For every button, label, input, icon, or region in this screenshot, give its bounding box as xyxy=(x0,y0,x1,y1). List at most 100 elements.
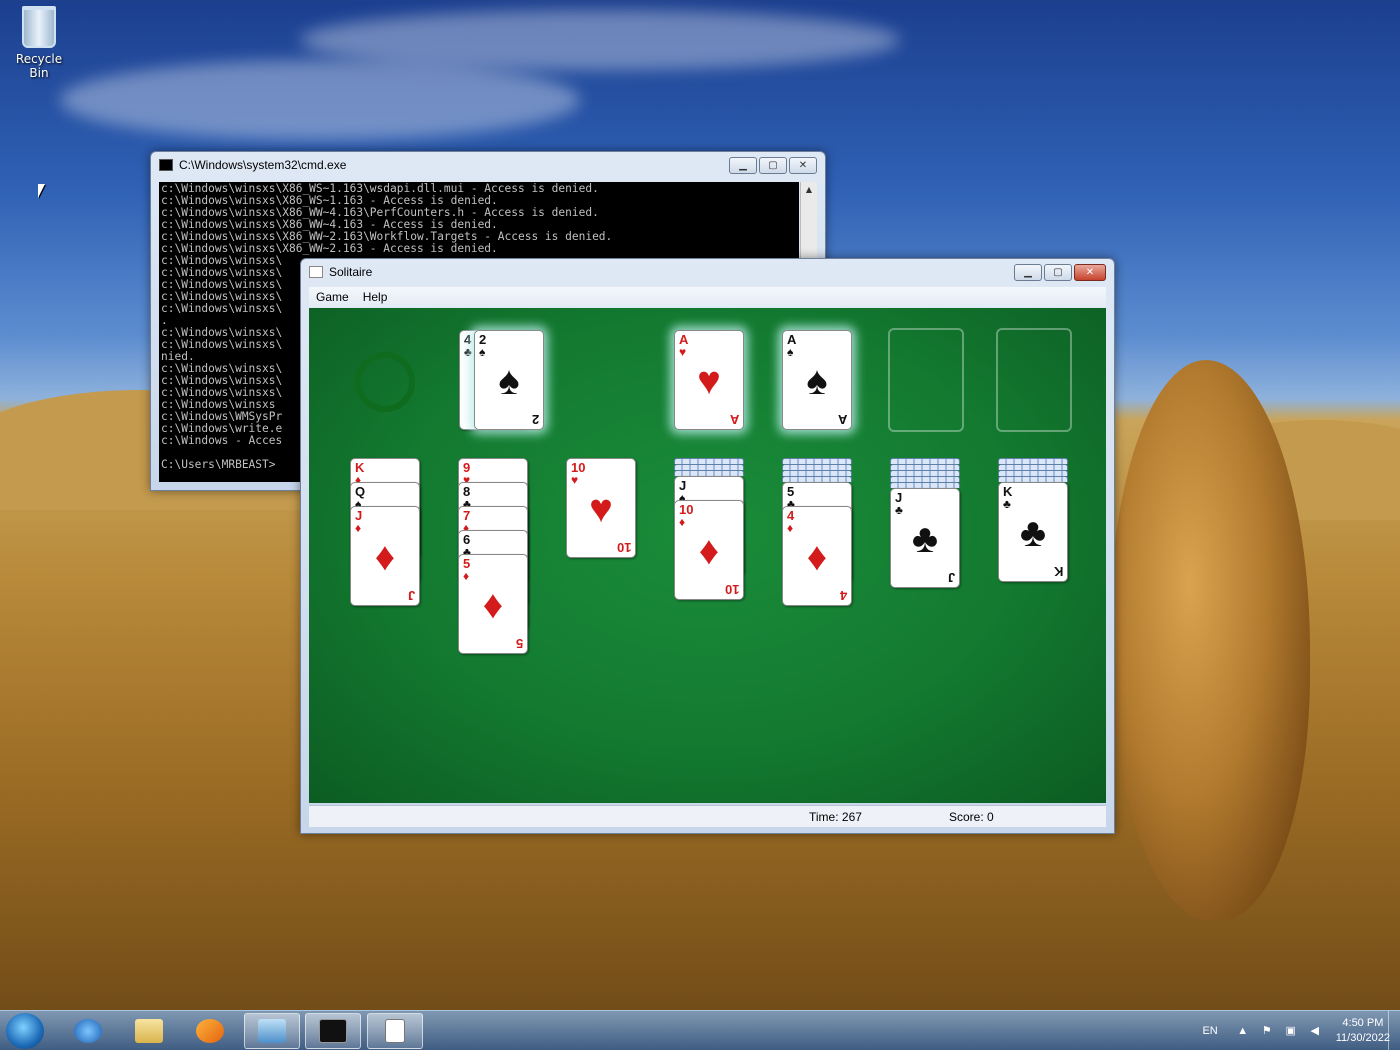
playing-card[interactable]: A ♠ ♠ A xyxy=(782,330,852,430)
solitaire-titlebar[interactable]: Solitaire xyxy=(301,259,1114,285)
close-button[interactable]: ✕ xyxy=(789,157,817,174)
cmd-title: C:\Windows\system32\cmd.exe xyxy=(179,158,347,172)
action-center-flag-icon[interactable]: ⚑ xyxy=(1260,1024,1274,1038)
card-suit-icon: ♦ xyxy=(787,521,794,535)
playing-card[interactable]: 5 ♦ ♦ 5 xyxy=(458,554,528,654)
menu-help[interactable]: Help xyxy=(356,290,395,304)
card-pip-icon: ♦ xyxy=(806,535,828,579)
card-rank-bottom: 4 xyxy=(839,588,847,603)
stock-empty-ring-icon[interactable] xyxy=(355,352,415,412)
card-rank-bottom: 5 xyxy=(515,636,523,651)
card-pip-icon: ♦ xyxy=(374,535,396,579)
card-rank-bottom: 2 xyxy=(531,412,539,427)
maximize-button[interactable]: ▢ xyxy=(759,157,787,174)
scroll-up-icon[interactable]: ▲ xyxy=(801,182,817,198)
clock[interactable]: 4:50 PM 11/30/2022 xyxy=(1336,1016,1390,1046)
foundation-slot[interactable] xyxy=(888,328,964,432)
cloud xyxy=(60,60,580,140)
card-suit-icon: ♠ xyxy=(787,345,794,359)
card-suit-icon: ♥ xyxy=(571,473,579,487)
card-pip-icon: ♥ xyxy=(589,487,613,531)
card-rank-bottom: J xyxy=(947,570,955,585)
card-suit-icon: ♦ xyxy=(355,521,362,535)
card-rank: J ♣ xyxy=(895,490,903,517)
control-panel-icon xyxy=(258,1019,286,1043)
minimize-button[interactable]: ▁ xyxy=(729,157,757,174)
solitaire-title-icon xyxy=(309,266,323,278)
playing-card[interactable]: 10 ♥ ♥ 10 xyxy=(566,458,636,558)
card-rank: 10 ♦ xyxy=(679,502,694,529)
recycle-bin[interactable]: Recycle Bin xyxy=(6,6,72,80)
card-rank: A ♥ xyxy=(679,332,689,359)
cloud xyxy=(300,10,900,70)
solitaire-icon xyxy=(385,1019,405,1043)
card-pip-icon: ♠ xyxy=(806,359,828,403)
card-rank: 4 ♣ xyxy=(464,332,472,359)
score-display: Score: 0 xyxy=(949,810,994,824)
windows-explorer-button[interactable] xyxy=(121,1013,177,1049)
solitaire-window[interactable]: Solitaire ▁ ▢ ✕ Game Help 4♣♣42♠♠2A♥♥AA♠… xyxy=(300,258,1115,834)
network-icon[interactable]: ▣ xyxy=(1284,1024,1298,1038)
language-indicator[interactable]: EN xyxy=(1202,1025,1217,1037)
solitaire-title: Solitaire xyxy=(329,265,373,279)
playing-card[interactable]: 4 ♦ ♦ 4 xyxy=(782,506,852,606)
menu-bar: Game Help xyxy=(309,287,1106,307)
minimize-button[interactable]: ▁ xyxy=(1014,264,1042,281)
status-bar: Time: 267 Score: 0 xyxy=(309,805,1106,827)
card-pip-icon: ♣ xyxy=(911,517,939,561)
playing-card[interactable]: J ♣ ♣ J xyxy=(890,488,960,588)
score-value: 0 xyxy=(987,810,994,824)
card-rank: A ♠ xyxy=(787,332,797,359)
show-desktop-button[interactable] xyxy=(1388,1011,1400,1050)
time-value: 267 xyxy=(841,810,862,824)
media-player-icon xyxy=(196,1019,224,1043)
recycle-bin-label: Recycle Bin xyxy=(15,52,63,80)
playing-card[interactable]: 10 ♦ ♦ 10 xyxy=(674,500,744,600)
control-panel-button[interactable] xyxy=(244,1013,300,1049)
cmd-titlebar[interactable]: C:\Windows\system32\cmd.exe xyxy=(151,152,825,178)
system-tray: EN ▲ ⚑ ▣ ◀ 4:50 PM 11/30/2022 xyxy=(1202,1015,1390,1047)
card-pip-icon: ♣ xyxy=(1019,511,1047,555)
card-rank-bottom: 10 xyxy=(616,540,631,555)
volume-icon[interactable]: ◀ xyxy=(1308,1024,1322,1038)
card-pip-icon: ♠ xyxy=(498,359,520,403)
folder-icon xyxy=(135,1019,163,1043)
menu-game[interactable]: Game xyxy=(309,290,356,304)
card-rank-bottom: K xyxy=(1053,564,1063,579)
internet-explorer-button[interactable] xyxy=(60,1013,116,1049)
cmd-icon xyxy=(319,1019,347,1043)
foundation-slot[interactable] xyxy=(996,328,1072,432)
card-rank: J ♦ xyxy=(355,508,363,535)
cmd-title-icon xyxy=(159,159,173,171)
playing-card[interactable]: A ♥ ♥ A xyxy=(674,330,744,430)
mouse-cursor-icon xyxy=(38,184,52,198)
playing-card[interactable]: J ♦ ♦ J xyxy=(350,506,420,606)
card-rank: 10 ♥ xyxy=(571,460,586,487)
card-suit-icon: ♣ xyxy=(464,345,472,359)
card-rank: 5 ♦ xyxy=(463,556,471,583)
card-suit-icon: ♠ xyxy=(479,345,486,359)
score-label: Score: xyxy=(949,810,984,824)
cmd-taskbar-button[interactable] xyxy=(305,1013,361,1049)
internet-explorer-icon xyxy=(74,1019,102,1043)
card-suit-icon: ♦ xyxy=(463,569,470,583)
clock-time: 4:50 PM xyxy=(1342,1017,1384,1029)
playing-card[interactable]: K ♣ ♣ K xyxy=(998,482,1068,582)
card-suit-icon: ♦ xyxy=(679,515,686,529)
start-orb[interactable] xyxy=(6,1013,44,1049)
media-player-button[interactable] xyxy=(182,1013,238,1049)
playing-card[interactable]: 2 ♠ ♠ 2 xyxy=(474,330,544,430)
show-hidden-icons-icon[interactable]: ▲ xyxy=(1236,1024,1250,1038)
recycle-bin-icon xyxy=(22,6,56,48)
card-rank-bottom: 10 xyxy=(724,582,739,597)
solitaire-taskbar-button[interactable] xyxy=(367,1013,423,1049)
close-button[interactable]: ✕ xyxy=(1074,264,1106,281)
card-pip-icon: ♥ xyxy=(697,359,721,403)
card-rank-bottom: A xyxy=(729,412,739,427)
maximize-button[interactable]: ▢ xyxy=(1044,264,1072,281)
time-display: Time: 267 xyxy=(809,810,862,824)
card-suit-icon: ♥ xyxy=(679,345,687,359)
clock-date: 11/30/2022 xyxy=(1335,1032,1390,1044)
game-board[interactable]: 4♣♣42♠♠2A♥♥AA♠♠AK♦♦KQ♠♠QJ♦♦J9♥♥98♣♣87♦♦7… xyxy=(309,308,1106,803)
card-rank-bottom: A xyxy=(837,412,847,427)
